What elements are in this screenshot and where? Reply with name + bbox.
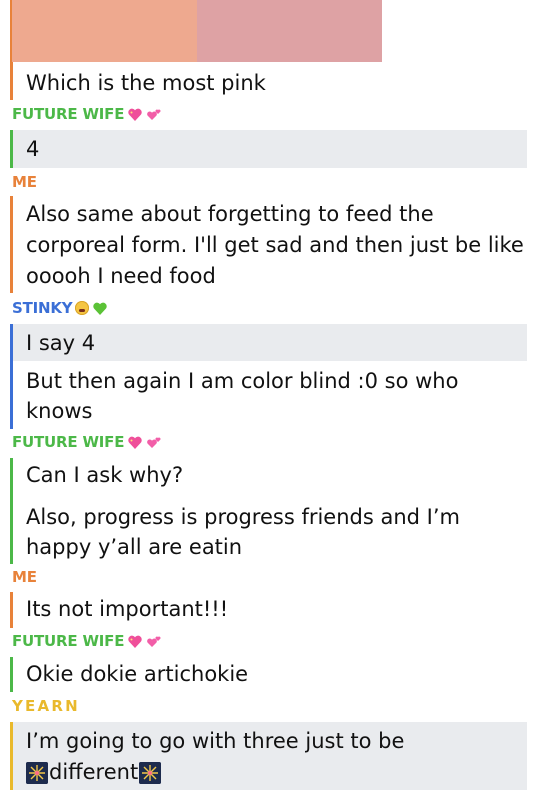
swatch-left	[12, 0, 197, 62]
message-text[interactable]: Which is the most pink	[26, 68, 266, 99]
green-heart-icon	[93, 302, 108, 315]
sender-name: FUTURE WIFE	[12, 105, 162, 123]
fireworks-icon	[26, 761, 48, 784]
message-text[interactable]: I’m going to go with three just to be	[26, 726, 404, 757]
message-text[interactable]: 4	[26, 134, 39, 165]
message-text: different	[49, 760, 139, 784]
message-text[interactable]: Also, progress is progress friends and I…	[26, 502, 460, 533]
chat-thread[interactable]: Which is the most pink FUTURE WIFE 4 ME …	[0, 0, 535, 810]
message-text[interactable]: happy y’all are eatin	[26, 532, 242, 563]
sender-color-bar-me	[10, 196, 13, 293]
sender-name: YEARN	[12, 697, 80, 715]
tired-face-icon	[75, 301, 90, 315]
sender-label: STINKY	[12, 299, 73, 317]
message-text-row[interactable]: different	[26, 757, 162, 788]
sender-color-bar-me	[10, 592, 13, 628]
sender-name: ME	[12, 173, 37, 191]
sender-color-bar-future-wife	[10, 657, 13, 692]
message-text[interactable]: Also same about forgetting to feed the	[26, 199, 434, 230]
sender-color-bar-yearn	[10, 722, 13, 790]
color-swatch-image[interactable]	[12, 0, 382, 62]
two-hearts-icon	[147, 109, 161, 120]
sender-color-bar-future-wife	[10, 130, 13, 168]
sender-name: ME	[12, 568, 37, 586]
message-text[interactable]: Okie dokie artichokie	[26, 659, 248, 690]
sender-label: FUTURE WIFE	[12, 105, 125, 123]
message-highlight	[10, 130, 527, 168]
sender-name: FUTURE WIFE	[12, 433, 162, 451]
sparkling-heart-icon	[128, 436, 142, 449]
two-hearts-icon	[147, 437, 161, 448]
fireworks-icon	[139, 761, 162, 784]
message-text[interactable]: ooooh I need food	[26, 261, 216, 292]
message-text[interactable]: But then again I am color blind :0 so wh…	[26, 366, 458, 397]
message-text[interactable]: I say 4	[26, 328, 95, 359]
sender-label: FUTURE WIFE	[12, 632, 125, 650]
sender-color-bar-stinky	[10, 324, 13, 429]
sender-label: FUTURE WIFE	[12, 433, 125, 451]
sender-label: ME	[12, 173, 37, 191]
message-text[interactable]: corporeal form. I'll get sad and then ju…	[26, 230, 524, 261]
two-hearts-icon	[147, 636, 161, 647]
sender-name: STINKY	[12, 299, 108, 317]
sender-color-bar-future-wife	[10, 458, 13, 564]
sender-name: FUTURE WIFE	[12, 632, 162, 650]
sender-label: YEARN	[12, 697, 80, 715]
swatch-right	[197, 0, 382, 62]
sender-label: ME	[12, 568, 37, 586]
sparkling-heart-icon	[128, 108, 142, 121]
message-text[interactable]: knows	[26, 396, 92, 427]
sparkling-heart-icon	[128, 635, 142, 648]
message-text[interactable]: Can I ask why?	[26, 460, 183, 491]
message-text[interactable]: Its not important!!!	[26, 594, 228, 625]
